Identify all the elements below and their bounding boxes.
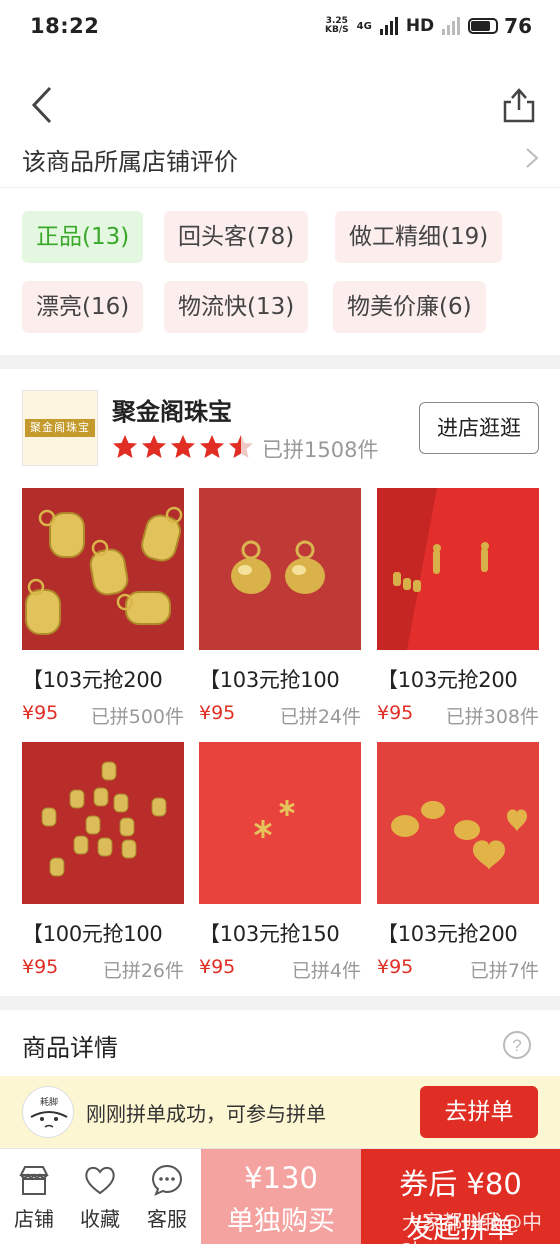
status-bar: 18:22 3.25 KB/S 4G HD 76 — [0, 0, 560, 52]
star-icon — [113, 435, 137, 458]
question-icon[interactable]: ? — [502, 1030, 532, 1060]
review-tag[interactable]: 物流快(13) — [164, 281, 309, 333]
review-tag[interactable]: 正品(13) — [22, 211, 144, 263]
product-price: ¥95 — [22, 956, 59, 978]
tab-service[interactable]: 客服 — [135, 1163, 199, 1232]
details-title: 商品详情 — [22, 1034, 118, 1062]
share-icon — [503, 88, 535, 123]
gold-bell-charms-icon — [231, 540, 325, 594]
gold-tag-charms-icon — [25, 506, 183, 635]
product-sold: 已拼500件 — [90, 706, 184, 728]
tab-label: 收藏 — [80, 1207, 120, 1231]
gold-small-tags-icon — [41, 761, 167, 877]
tab-favorite[interactable]: 收藏 — [68, 1163, 132, 1232]
product-title: 【103元抢100 — [199, 668, 340, 692]
product-title: 【103元抢200 — [377, 668, 518, 692]
shop-sold-total: 已拼1508件 — [262, 438, 379, 462]
chat-icon — [151, 1164, 183, 1196]
svg-text:?: ? — [512, 1036, 521, 1055]
watermark: 大家都叫我@中叶 — [402, 1210, 542, 1244]
product-card[interactable]: 【103元抢200 ¥95 已拼500件 — [22, 488, 184, 729]
shop-icon — [19, 1166, 49, 1195]
gold-snowflakes-icon — [254, 800, 295, 838]
star-icon — [200, 435, 224, 458]
product-price: ¥95 — [377, 956, 414, 978]
group-banner: 耗脚 刚刚拼单成功，可参与拼单 去拼单 — [0, 1076, 560, 1148]
product-image — [199, 488, 361, 650]
chevron-left-icon — [31, 86, 52, 124]
product-price: ¥95 — [377, 702, 414, 724]
product-title: 【103元抢200 — [22, 668, 163, 692]
star-icon — [171, 435, 195, 458]
share-button[interactable] — [502, 86, 536, 124]
product-image — [377, 488, 539, 650]
product-title: 【100元抢100 — [22, 922, 163, 946]
product-card[interactable]: 【103元抢100 ¥95 已拼24件 — [199, 488, 361, 729]
review-tag[interactable]: 做工精细(19) — [335, 211, 503, 263]
product-card[interactable]: 【103元抢150 ¥95 已拼4件 — [199, 742, 361, 983]
signal-2-icon — [442, 17, 461, 35]
section-divider — [0, 996, 560, 1010]
product-sold: 已拼7件 — [469, 960, 539, 982]
product-sold: 已拼26件 — [102, 960, 184, 982]
star-icon — [229, 435, 253, 458]
product-card[interactable]: 【103元抢200 ¥95 已拼308件 — [377, 488, 539, 729]
product-price: ¥95 — [22, 702, 59, 724]
enter-shop-button[interactable]: 进店逛逛 — [419, 402, 539, 454]
review-tag[interactable]: 物美价廉(6) — [333, 281, 486, 333]
shop-rating — [112, 434, 254, 460]
battery-icon: 76 — [468, 14, 532, 38]
avatar-face-icon: 耗脚 — [30, 1097, 68, 1128]
shop-name[interactable]: 聚金阁珠宝 — [112, 392, 232, 427]
back-button[interactable] — [22, 82, 62, 128]
star-icon — [142, 435, 166, 458]
shop-logo-text: 聚金阁珠宝 — [25, 419, 95, 437]
review-tag[interactable]: 回头客(78) — [164, 211, 309, 263]
product-image — [199, 742, 361, 904]
review-title: 该商品所属店铺评价 — [22, 148, 238, 176]
gold-mini-figures-icon — [377, 488, 489, 650]
net-speed: 3.25 KB/S — [325, 16, 349, 35]
hd-badge: HD — [405, 16, 435, 36]
single-label: 单独购买 — [227, 1206, 335, 1237]
status-time: 18:22 — [30, 14, 100, 38]
product-title: 【103元抢200 — [377, 922, 518, 946]
product-title: 【103元抢150 — [199, 922, 340, 946]
tab-label: 店铺 — [14, 1207, 54, 1231]
status-icons: 3.25 KB/S 4G HD 76 — [325, 14, 532, 38]
single-price: ¥130 — [244, 1161, 318, 1195]
product-image — [22, 742, 184, 904]
buy-single-button[interactable]: ¥130 单独购买 — [201, 1149, 361, 1244]
join-group-button[interactable]: 去拼单 — [420, 1086, 538, 1138]
product-image — [377, 742, 539, 904]
group-price: 券后 ¥80 — [399, 1167, 522, 1201]
tab-label: 客服 — [147, 1207, 187, 1231]
battery-level: 76 — [504, 14, 532, 38]
product-price: ¥95 — [199, 956, 236, 978]
product-sold: 已拼24件 — [279, 706, 361, 728]
avatar: 耗脚 — [22, 1086, 74, 1138]
product-image — [22, 488, 184, 650]
product-sold: 已拼4件 — [291, 960, 361, 982]
signal-icon — [379, 17, 398, 35]
group-banner-text: 刚刚拼单成功，可参与拼单 — [86, 1102, 326, 1126]
section-divider — [0, 355, 560, 369]
gold-heart-beads-icon — [391, 801, 527, 870]
network-type: 4G — [356, 20, 372, 32]
review-tag[interactable]: 漂亮(16) — [22, 281, 144, 333]
product-card[interactable]: 【100元抢100 ¥95 已拼26件 — [22, 742, 184, 983]
product-card[interactable]: 【103元抢200 ¥95 已拼7件 — [377, 742, 539, 983]
shop-logo[interactable]: 聚金阁珠宝 — [22, 390, 98, 466]
product-price: ¥95 — [199, 702, 236, 724]
tab-shop[interactable]: 店铺 — [2, 1163, 66, 1232]
heart-icon — [85, 1166, 115, 1195]
product-sold: 已拼308件 — [445, 706, 539, 728]
shop-review-header[interactable]: 该商品所属店铺评价 — [0, 130, 560, 188]
svg-text:耗脚: 耗脚 — [40, 1097, 58, 1108]
chevron-right-icon — [526, 148, 539, 168]
